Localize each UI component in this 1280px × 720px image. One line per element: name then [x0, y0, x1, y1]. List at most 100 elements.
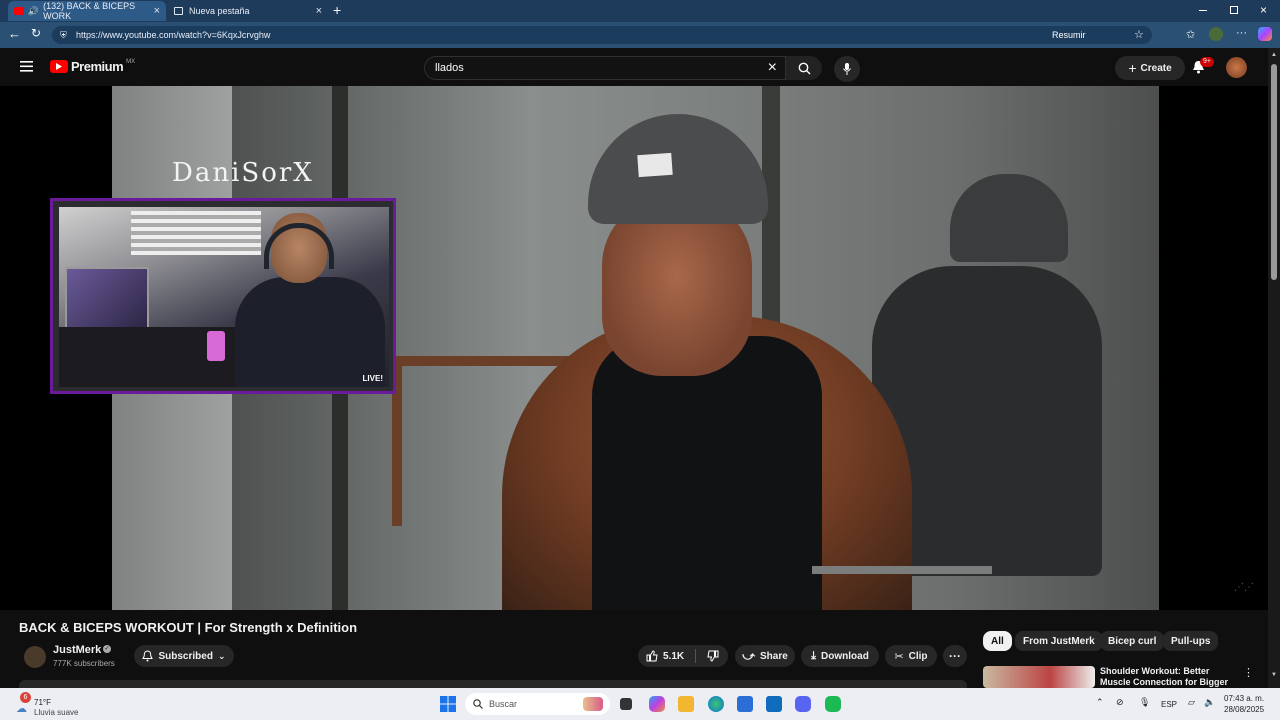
clip-button[interactable]: ✂ Clip: [885, 645, 937, 667]
tab-new-tab[interactable]: Nueva pestaña ×: [168, 1, 328, 21]
channel-name[interactable]: JustMerk: [53, 644, 101, 656]
subscribed-button[interactable]: Subscribed ⌄: [134, 645, 234, 667]
chip-label: All: [991, 635, 1004, 647]
chip-label: From JustMerk: [1023, 635, 1095, 647]
tab-youtube[interactable]: 🔊 (132) BACK & BICEPS WORK ×: [8, 1, 166, 21]
restore-icon[interactable]: [1230, 6, 1238, 14]
tank-top: [592, 336, 822, 610]
close-window-icon[interactable]: ×: [1260, 3, 1267, 17]
favorites-icon[interactable]: ✩: [1186, 28, 1195, 41]
chip-label: Pull-ups: [1171, 635, 1211, 647]
clip-label: Clip: [908, 650, 928, 662]
minimize-icon[interactable]: [1199, 10, 1207, 11]
chip-bicep-curl[interactable]: Bicep curl: [1100, 631, 1165, 651]
close-tab-icon[interactable]: ×: [316, 5, 322, 17]
chip-all[interactable]: All: [983, 631, 1012, 651]
create-button[interactable]: + Create: [1115, 56, 1185, 80]
outlook-icon[interactable]: [766, 696, 782, 712]
tray-chevron-up-icon[interactable]: ⌃: [1096, 697, 1104, 708]
subscribed-label: Subscribed: [158, 650, 213, 662]
share-label: Share: [760, 650, 788, 662]
recommendation-thumbnail[interactable]: [983, 666, 1095, 688]
thumbs-up-icon: [646, 650, 658, 662]
mirror-ledge: [812, 566, 992, 574]
site-info-icon[interactable]: ⛨: [60, 26, 67, 44]
scroll-down-arrow-icon[interactable]: ▼: [1271, 672, 1277, 678]
scroll-up-arrow-icon[interactable]: ▲: [1271, 52, 1277, 58]
taskbar-search[interactable]: Buscar: [465, 693, 610, 715]
favorite-star-icon[interactable]: ☆: [1134, 28, 1144, 41]
edge-browser-icon[interactable]: [708, 696, 724, 712]
speaker-icon[interactable]: 🔊: [28, 6, 39, 17]
back-icon[interactable]: ←: [8, 26, 21, 41]
video-player[interactable]: DaniSorX LIVE! ⋰⋰: [0, 86, 1268, 610]
youtube-header: Premium MX llados × + Create 9+: [0, 48, 1268, 86]
resumir-button[interactable]: Resumir: [1052, 30, 1086, 40]
bell-icon: [142, 650, 154, 662]
windows-start-icon[interactable]: [440, 696, 456, 712]
hamburger-menu-icon[interactable]: [20, 61, 33, 72]
search-button[interactable]: [786, 56, 822, 80]
scissors-icon: ✂: [894, 650, 904, 663]
weather-temp: 71°F: [34, 698, 51, 707]
more-horizontal-icon: ···: [949, 649, 961, 663]
more-actions-button[interactable]: ···: [943, 645, 967, 667]
system-clock[interactable]: 07:43 a. m. 28/08/2025: [1224, 693, 1264, 715]
streamer-overlay-name: DaniSorX: [172, 158, 314, 188]
store-icon[interactable]: [737, 696, 753, 712]
video-info-section: BACK & BICEPS WORKOUT | For Strength x D…: [0, 610, 1268, 688]
description-box[interactable]: [19, 680, 967, 688]
language-indicator[interactable]: ESP: [1161, 700, 1177, 709]
verified-check-icon: ✓: [103, 645, 111, 653]
youtube-logo[interactable]: Premium MX: [50, 59, 135, 74]
like-count: 5.1K: [663, 650, 685, 662]
download-button[interactable]: ⤓ Download: [801, 645, 879, 667]
plus-icon: +: [1128, 60, 1137, 76]
search-icon: [473, 699, 483, 709]
tray-mic-icon[interactable]: 🎙: [1139, 697, 1150, 708]
more-menu-icon[interactable]: ···: [1236, 27, 1247, 39]
page-scrollbar[interactable]: ▲ ▼: [1268, 48, 1280, 688]
task-view-icon[interactable]: [620, 698, 632, 710]
refresh-icon[interactable]: ↻: [31, 26, 41, 40]
account-avatar[interactable]: [1226, 57, 1247, 78]
tray-network-icon[interactable]: ⊘: [1116, 697, 1124, 708]
window-blinds: [131, 211, 261, 255]
chip-from-justmerk[interactable]: From JustMerk: [1015, 631, 1103, 651]
weather-desc: Lluvia suave: [34, 708, 79, 717]
close-tab-icon[interactable]: ×: [154, 5, 160, 17]
reflection-beanie: [950, 174, 1068, 262]
copilot-app-icon[interactable]: [649, 696, 665, 712]
url-field[interactable]: ⛨ https://www.youtube.com/watch?v=6KqxJc…: [52, 26, 1152, 44]
recommendation-title[interactable]: Shoulder Workout: Better Muscle Connecti…: [1100, 666, 1230, 688]
share-button[interactable]: ⤻ Share: [735, 645, 795, 667]
like-button[interactable]: 5.1K: [646, 650, 684, 662]
search-placeholder: Buscar: [489, 699, 518, 709]
download-icon: ⤓: [811, 649, 817, 662]
scrollbar-thumb[interactable]: [1271, 64, 1277, 280]
rain-cloud-icon: ☁: [16, 703, 27, 715]
microphone-icon: [843, 63, 851, 75]
tab-label: Nueva pestaña: [189, 6, 250, 16]
channel-watermark: ⋰⋰: [1234, 582, 1254, 593]
tray-wifi-icon[interactable]: ▱: [1188, 697, 1195, 708]
chip-pull-ups[interactable]: Pull-ups: [1163, 631, 1219, 651]
channel-avatar[interactable]: [24, 646, 46, 668]
kebab-menu-icon[interactable]: ⋮: [1243, 666, 1254, 679]
tray-volume-icon[interactable]: 🔈: [1204, 697, 1215, 708]
discord-icon[interactable]: [795, 696, 811, 712]
profile-avatar-icon[interactable]: [1209, 27, 1223, 41]
clear-search-icon[interactable]: ×: [768, 57, 777, 79]
voice-search-button[interactable]: [834, 56, 860, 82]
search-value: llados: [435, 62, 464, 74]
subscriber-count: 777K subscribers: [53, 659, 115, 668]
new-tab-button[interactable]: +: [333, 2, 341, 18]
file-explorer-icon[interactable]: [678, 696, 694, 712]
create-label: Create: [1140, 62, 1172, 74]
app-icon[interactable]: [825, 696, 841, 712]
thumbs-down-icon[interactable]: [707, 650, 719, 662]
streamer-webcam-overlay: LIVE!: [50, 198, 396, 394]
search-input[interactable]: llados ×: [424, 56, 786, 80]
play-logo-icon: [50, 60, 68, 73]
copilot-icon[interactable]: [1258, 27, 1272, 41]
